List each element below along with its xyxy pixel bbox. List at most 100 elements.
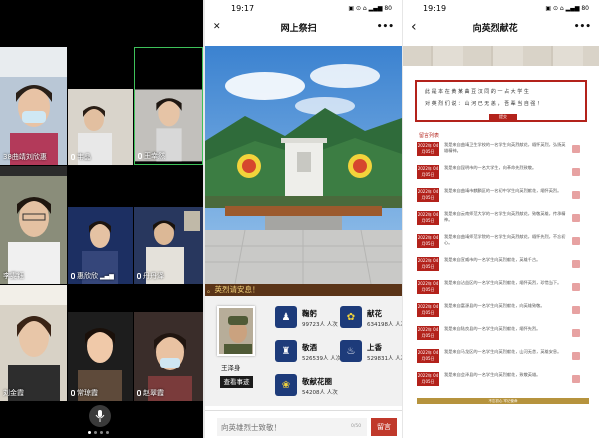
item-text: 我是来自昆明市的一名大学生，向革命先烈致敬。 xyxy=(444,165,537,170)
microphone-button[interactable] xyxy=(89,405,111,427)
participant-name: 38曲靖刘欣惠 xyxy=(3,153,47,161)
item-text: 我是来自云南师范大学的一名学生向英烈献花，致敬英雄，传承精神。 xyxy=(444,211,566,222)
participant-tile[interactable]: 惠欣欣 ▂▄▆ xyxy=(68,207,133,284)
list-item: 2022年 04月05日 我是来自富源县的一名学生向英烈献花，向英雄致敬。 xyxy=(417,301,589,321)
view-story-button[interactable]: 查看事迹 xyxy=(220,376,253,388)
incense-button[interactable]: ♨ 上香 529831人 人次 xyxy=(340,340,402,366)
wine-icon: ♜ xyxy=(275,340,297,362)
wreath-icon: ❀ xyxy=(275,374,297,396)
status-time: 19:17 xyxy=(231,3,255,13)
close-icon[interactable]: ✕ xyxy=(213,22,221,32)
submit-button[interactable]: 提交 xyxy=(489,114,517,120)
incense-label: 上香 xyxy=(367,343,382,352)
item-date: 2022年 04月05日 xyxy=(417,211,439,225)
message-input[interactable] xyxy=(217,418,367,436)
list-item: 2022年 04月05日 我是来自宣威市的一名学生向英烈献花，英雄千古。 xyxy=(417,255,589,275)
participant-name: 李雯钰 xyxy=(3,272,24,280)
participant-tile[interactable]: 赵翠霞 xyxy=(134,312,203,401)
video-meeting-panel: 38曲靖刘欣惠 韦晶 王幸然 李雯钰 惠欣欣 ▂▄▆ 丹丹泽 刘金霞 常琼霞 赵… xyxy=(0,0,203,438)
list-item: 2022年 04月05日 我是来自曲靖卫生学校的一名学生向英烈献花，缅怀英烈，弘扬… xyxy=(417,140,589,160)
wine-count: 526539人 人次 xyxy=(302,356,342,362)
participant-name: 刘金霞 xyxy=(3,389,24,397)
participant-tile[interactable]: 38曲靖刘欣惠 xyxy=(0,47,67,165)
participant-name: 常琼霞 xyxy=(71,388,98,398)
list-item: 2022年 04月05日 我是来自曲靖师范学院的一名学生向英烈献花，缅怀先烈，不忘… xyxy=(417,232,589,252)
scrolling-banner: 。英烈请安息！ xyxy=(205,284,402,296)
participant-video xyxy=(0,166,67,284)
like-icon[interactable] xyxy=(572,145,580,153)
mic-icon xyxy=(71,154,75,160)
wreath-count: 54208人 人次 xyxy=(302,390,338,396)
status-time: 19:19 xyxy=(423,3,447,13)
like-icon[interactable] xyxy=(572,191,580,199)
flower-tribute-panel: 19:19 ▣ ⊙ ⌂ ▂▄▆ 80 ‹ 向英烈献花 ••• 此 是 本 在 黄… xyxy=(403,0,599,438)
participant-tile-active-speaker[interactable]: 王幸然 xyxy=(134,47,203,165)
item-text: 我是来自会泽县的一名学生向英烈献花，致敬英雄。 xyxy=(444,372,541,377)
participant-name: 丹丹泽 xyxy=(137,271,164,281)
decorative-banner xyxy=(403,46,599,66)
tribute-form: 此 是 本 在 黄 某 曲 豆 汉 同 的 一 占 大 学 生 对 英 烈 们 … xyxy=(415,80,587,122)
item-text: 我是来自沾益区的一名学生向英烈献花，缅怀英烈，珍惜当下。 xyxy=(444,280,562,285)
mic-icon xyxy=(71,390,75,396)
item-date: 2022年 04月05日 xyxy=(417,234,439,248)
like-icon[interactable] xyxy=(572,306,580,314)
list-item: 2022年 04月05日 我是来自马龙区的一名学生向英烈献花，山河无恙，英雄安息。 xyxy=(417,347,589,367)
like-icon[interactable] xyxy=(572,283,580,291)
participant-tile[interactable]: 常琼霞 xyxy=(68,312,133,401)
item-text: 我是来自曲靖师范学院的一名学生向英烈献花，缅怀先烈，不忘初心。 xyxy=(444,234,566,245)
like-icon[interactable] xyxy=(572,214,580,222)
tribute-actions: 王泽身 查看事迹 ♟ 鞠躬 99723人 人次 ✿ 献花 634198人 人次 … xyxy=(205,296,402,406)
message-counter: 0/50 xyxy=(351,424,362,429)
list-item: 2022年 04月05日 我是来自陆良县的一名学生向英烈献花，缅怀先烈。 xyxy=(417,324,589,344)
more-icon[interactable]: ••• xyxy=(574,22,591,32)
item-date: 2022年 04月05日 xyxy=(417,280,439,294)
item-date: 2022年 04月05日 xyxy=(417,372,439,386)
participant-tile[interactable]: 韦晶 xyxy=(68,89,133,165)
like-icon[interactable] xyxy=(572,168,580,176)
hero-name: 王泽身 xyxy=(221,364,241,372)
form-line-1[interactable]: 此 是 本 在 黄 某 曲 豆 汉 同 的 一 占 大 学 生 xyxy=(425,88,529,95)
participant-tile[interactable]: 刘金霞 xyxy=(0,285,67,401)
bow-icon: ♟ xyxy=(275,306,297,328)
participant-video xyxy=(0,47,67,165)
status-icons: ▣ ⊙ ⌂ ▂▄▆ 80 xyxy=(348,4,392,12)
mic-icon xyxy=(137,390,141,396)
flower-button[interactable]: ✿ 献花 634198人 人次 xyxy=(340,306,402,332)
mic-icon xyxy=(71,273,75,279)
participant-video xyxy=(0,285,67,401)
memorial-scene xyxy=(205,46,402,284)
status-icons: ▣ ⊙ ⌂ ▂▄▆ 80 xyxy=(545,4,589,12)
message-bar: 0/50 留言 xyxy=(205,410,402,438)
incense-count: 529831人 人次 xyxy=(367,356,402,362)
participant-name: 惠欣欣 ▂▄▆ xyxy=(71,271,114,281)
item-date: 2022年 04月05日 xyxy=(417,303,439,317)
list-item: 2022年 04月05日 我是来自昆明市的一名大学生，向革命先烈致敬。 xyxy=(417,163,589,183)
item-text: 我是来自富源县的一名学生向英烈献花，向英雄致敬。 xyxy=(444,303,545,308)
participant-tile[interactable]: 丹丹泽 xyxy=(134,207,203,284)
like-icon[interactable] xyxy=(572,260,580,268)
item-text: 我是来自宣威市的一名学生向英烈献花，英雄千古。 xyxy=(444,257,541,262)
like-icon[interactable] xyxy=(572,352,580,360)
like-icon[interactable] xyxy=(572,375,580,383)
wreath-button[interactable]: ❀ 敬献花圈 54208人 人次 xyxy=(275,374,355,400)
send-message-button[interactable]: 留言 xyxy=(371,418,397,436)
like-icon[interactable] xyxy=(572,237,580,245)
item-text: 我是来自马龙区的一名学生向英烈献花，山河无恙，英雄安息。 xyxy=(444,349,562,354)
participant-name: 王幸然 xyxy=(138,151,165,161)
item-text: 我是来自曲靖卫生学校的一名学生向英烈献花，缅怀英烈，弘扬英雄精神。 xyxy=(444,142,566,153)
item-date: 2022年 04月05日 xyxy=(417,349,439,363)
item-date: 2022年 04月05日 xyxy=(417,188,439,202)
title-bar: ‹ 向英烈献花 ••• xyxy=(403,16,599,38)
form-line-2[interactable]: 对 英 烈 们 说 ： 山 河 已 无 恙 ， 吾 辈 当 自 强 ！ xyxy=(425,100,542,107)
item-date: 2022年 04月05日 xyxy=(417,326,439,340)
participant-tile[interactable]: 李雯钰 xyxy=(0,166,67,284)
more-icon[interactable]: ••• xyxy=(377,22,394,32)
item-date: 2022年 04月05日 xyxy=(417,165,439,179)
item-date: 2022年 04月05日 xyxy=(417,142,439,156)
list-item: 2022年 04月05日 我是来自会泽县的一名学生向英烈献花，致敬英雄。 xyxy=(417,370,589,390)
wreath-label: 敬献花圈 xyxy=(302,377,332,386)
bow-count: 99723人 人次 xyxy=(302,322,338,328)
like-icon[interactable] xyxy=(572,329,580,337)
footer-banner: 不忘初心 牢记使命 xyxy=(417,398,589,404)
title-bar: ✕ 网上祭扫 ••• xyxy=(205,16,402,38)
